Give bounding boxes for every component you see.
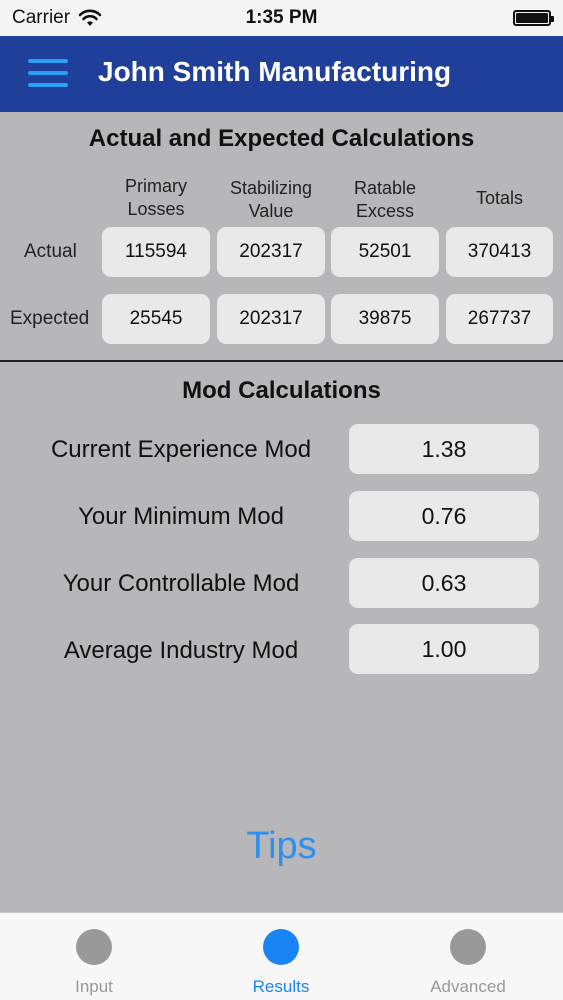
expected-stabilizing-value-value: 202317 [217,294,325,344]
section-divider [0,360,563,362]
tab-input[interactable]: Input [24,913,164,1000]
advanced-tab-circle-icon [450,929,486,965]
column-header-ratable-excess: Ratable Excess [353,178,417,221]
minimum-mod-value: 0.76 [349,491,539,541]
results-tab-circle-icon [263,929,299,965]
menu-button[interactable] [28,56,68,90]
average-industry-mod-value: 1.00 [349,624,539,674]
actual-stabilizing-value-value: 202317 [217,227,325,277]
tab-label-input: Input [75,977,113,996]
column-header-totals: Totals [475,188,524,208]
actual-totals-value: 370413 [446,227,553,277]
calculations-title: Actual and Expected Calculations [88,125,475,152]
expected-ratable-excess-value: 39875 [331,294,439,344]
mod-calculations-title: Mod Calculations [182,377,381,404]
status-left: Carrier [12,7,102,29]
page-title: John Smith Manufacturing [98,56,452,87]
tab-label-results: Results [252,977,310,996]
tab-bar: Input Results Advanced [0,912,563,1000]
current-experience-mod-value: 1.38 [349,424,539,474]
tab-label-advanced: Advanced [430,977,506,996]
wifi-icon [78,9,102,26]
tab-advanced[interactable]: Advanced [398,913,538,1000]
mod-label-minimum: Your Minimum Mod [78,503,284,530]
mod-label-current-experience: Current Experience Mod [50,436,312,463]
input-tab-circle-icon [76,929,112,965]
column-header-stabilizing-value: Stabilizing Value [229,178,313,221]
mod-label-controllable: Your Controllable Mod [62,570,300,597]
nav-bar: John Smith Manufacturing [0,36,563,112]
actual-primary-losses-value: 115594 [102,227,210,277]
status-bar: Carrier 1:35 PM [0,0,563,36]
row-label-expected: Expected [10,308,90,329]
controllable-mod-value: 0.63 [349,558,539,608]
expected-primary-losses-value: 25545 [102,294,210,344]
tips-button[interactable]: Tips [0,825,563,868]
mod-label-average-industry: Average Industry Mod [63,637,299,664]
row-label-actual: Actual [24,241,77,262]
tab-results[interactable]: Results [211,913,351,1000]
column-header-primary-losses: Primary Losses [125,176,187,219]
actual-ratable-excess-value: 52501 [331,227,439,277]
hamburger-icon [28,59,68,63]
battery-icon [513,10,554,26]
expected-totals-value: 267737 [446,294,553,344]
carrier-label: Carrier [12,7,71,28]
